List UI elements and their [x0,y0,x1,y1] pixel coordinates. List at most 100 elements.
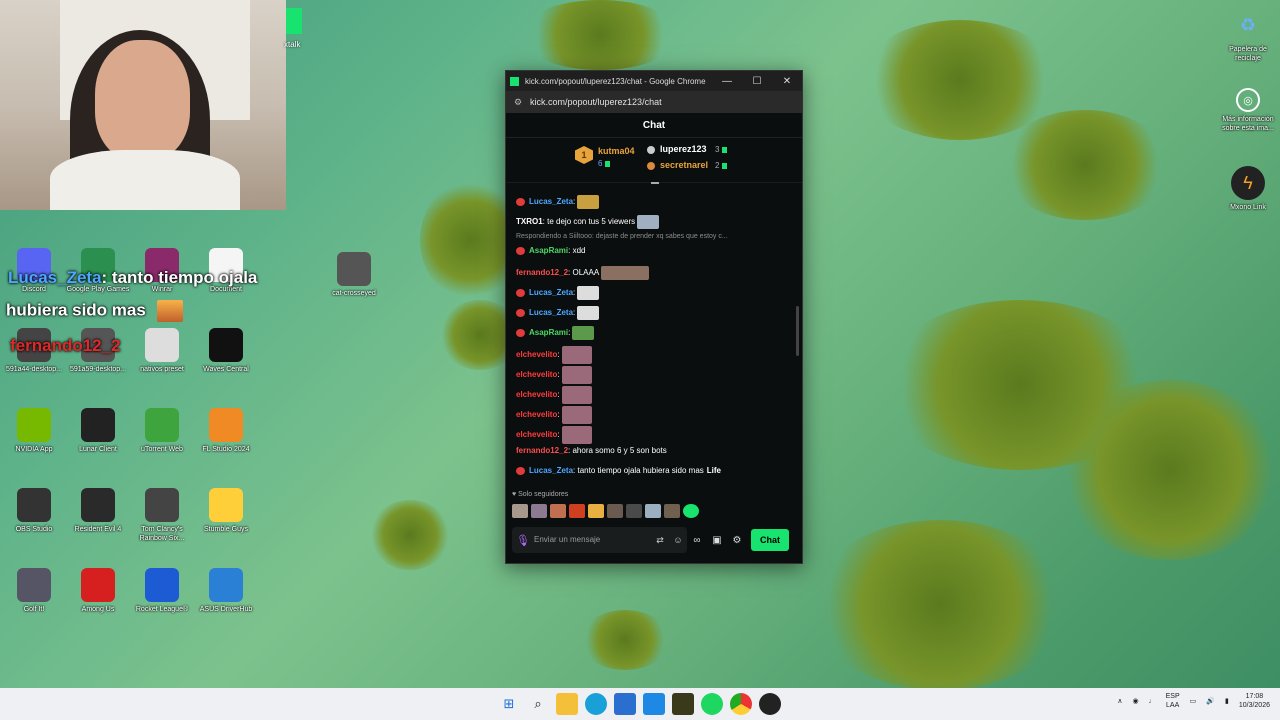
show-hidden-icons-icon[interactable]: ∧ [1117,697,1122,705]
battery-icon[interactable]: ▮ [1225,697,1229,705]
reply-context[interactable]: Respondiendo a Siiltooo: dejaste de pren… [516,233,728,240]
minimize-icon[interactable]: — [712,76,742,87]
desktop-shortcut[interactable]: ASUS DriverHub [194,568,258,614]
spotlight-info-shortcut[interactable]: ◎ Más información sobre esta ima... [1216,88,1280,133]
chat-message[interactable]: elchevelito: [516,366,592,384]
chat-username[interactable]: Lucas_Zeta [529,197,573,206]
emote-2[interactable] [531,504,547,518]
chat-username[interactable]: Lucas_Zeta [529,288,573,297]
emote-8[interactable] [645,504,661,518]
leader-third-name[interactable]: secretnarel [660,160,708,170]
recycle-bin-shortcut[interactable]: ♻ Papelera de reciclaje [1216,8,1280,63]
chat-username[interactable]: elchevelito [516,390,557,399]
user-badge-icon [516,329,525,337]
display-icon[interactable]: ▭ [1190,697,1197,705]
chat-message[interactable]: Lucas_Zeta: [516,286,600,300]
chat-message[interactable]: elchevelito: [516,386,592,404]
send-chat-button[interactable]: Chat [751,529,789,551]
file-explorer-icon[interactable] [556,693,578,715]
chat-username[interactable]: fernando12_2 [516,268,568,277]
desktop-shortcut[interactable]: Waves Central [194,328,258,374]
chat-username[interactable]: Lucas_Zeta [529,308,573,317]
settings-gear-icon[interactable]: ⚙ [727,535,747,546]
collapse-handle-icon[interactable] [651,182,659,184]
leader-first-name[interactable]: kutma04 [598,146,635,156]
chrome-icon[interactable] [730,693,752,715]
chat-username[interactable]: Lucas_Zeta [529,466,573,475]
windows-start-icon[interactable]: ⊞ [498,693,520,715]
chat-message[interactable]: elchevelito: [516,346,592,364]
emote-5[interactable] [588,504,604,518]
outlook-icon[interactable] [643,693,665,715]
emote-4[interactable] [569,504,585,518]
chat-input[interactable]: 🎙 Enviar un mensaje ⇄ ☺ [512,527,687,553]
mic-icon[interactable]: 🎙 [512,534,534,547]
site-settings-icon[interactable]: ⚙ [506,97,530,108]
leader-second-name[interactable]: luperez123 [660,144,707,154]
chat-message[interactable]: Lucas_Zeta: tanto tiempo ojala hubiera s… [516,466,721,475]
desktop-shortcut[interactable]: Resident Evil 4 [66,488,130,534]
gift-icon[interactable]: ▣ [707,535,727,546]
chat-username[interactable]: AsapRami [529,246,568,255]
spotify-icon[interactable] [701,693,723,715]
chat-message[interactable]: AsapRami: [516,326,595,340]
desktop-shortcut[interactable]: FL Studio 2024 [194,408,258,454]
mxono-link-shortcut[interactable]: ϟ Mxono Link [1216,166,1280,212]
desktop-shortcut[interactable]: nativos preset [130,328,194,374]
chat-scrollbar[interactable] [796,306,799,356]
desktop-shortcut[interactable]: OBS Studio [2,488,66,534]
close-icon[interactable]: ✕ [772,76,802,87]
desktop-shortcut[interactable]: uTorrent Web [130,408,194,454]
volume-icon[interactable]: 🔊 [1206,697,1215,705]
users-infinity-icon[interactable]: ∞ [687,535,707,546]
obs-taskbar-icon[interactable] [759,693,781,715]
emote-6[interactable] [607,504,623,518]
emote-3[interactable] [550,504,566,518]
chat-message[interactable]: elchevelito: [516,406,592,424]
edge-icon[interactable] [585,693,607,715]
kick-app-icon[interactable] [286,8,302,34]
chat-username[interactable]: elchevelito [516,410,557,419]
emoji-icon[interactable]: ☺ [669,535,687,545]
emote-7[interactable] [626,504,642,518]
chat-text: : [557,390,560,400]
desktop-shortcut[interactable]: Among Us [66,568,130,614]
overlay-message: : tanto tiempo ojala [101,268,258,287]
chat-message[interactable]: fernando12_2: ahora somo 6 y 5 son bots [516,446,667,455]
emote-9[interactable] [664,504,680,518]
network-icon[interactable]: ◉ [1133,697,1139,705]
chat-username[interactable]: elchevelito [516,350,557,359]
chat-username[interactable]: AsapRami [529,328,568,337]
chat-username[interactable]: elchevelito [516,430,557,439]
emote-10[interactable] [683,504,699,518]
emote-1[interactable] [512,504,528,518]
chat-message[interactable]: AsapRami: xdd [516,246,585,255]
chat-username[interactable]: elchevelito [516,370,557,379]
translate-icon[interactable]: ⇄ [651,535,669,546]
desktop-shortcut[interactable]: NVIDIA App [2,408,66,454]
chat-message[interactable]: Lucas_Zeta: [516,195,600,209]
chat-message[interactable]: elchevelito: [516,426,592,444]
search-icon[interactable]: ⌕ [527,693,549,715]
desktop-shortcut[interactable]: cat-crosseyed [322,252,386,298]
desktop-shortcut[interactable]: Tom Clancy's Rainbow Six... [130,488,194,543]
desktop-shortcut[interactable]: Stumble Guys [194,488,258,534]
chat-message[interactable]: TXRO1: te dejo con tus 5 viewers [516,215,660,229]
chat-messages[interactable]: Lucas_Zeta: TXRO1: te dejo con tus 5 view… [506,195,792,485]
clock[interactable]: 17:08 10/3/2026 [1239,692,1270,710]
chat-message[interactable]: Lucas_Zeta: [516,306,600,320]
desktop-shortcut[interactable]: Rocket League® [130,568,194,614]
chat-message[interactable]: fernando12_2: OLAAA [516,266,650,280]
store-icon[interactable] [614,693,636,715]
address-bar[interactable]: ⚙ kick.com/popout/luperez123/chat [506,91,802,113]
desktop-shortcut[interactable]: Golf It! [2,568,66,614]
chat-username[interactable]: fernando12_2 [516,446,568,455]
app-icon[interactable] [672,693,694,715]
chat-username[interactable]: TXRO1 [516,217,543,226]
chrome-popup-window[interactable]: kick.com/popout/luperez123/chat - Google… [505,70,803,564]
window-titlebar[interactable]: kick.com/popout/luperez123/chat - Google… [506,71,802,91]
language-indicator[interactable]: ESP LAA [1166,692,1180,710]
mic-tray-icon[interactable]: ♩ [1149,698,1156,705]
maximize-icon[interactable]: ☐ [742,76,772,87]
desktop-shortcut[interactable]: Lunar Client [66,408,130,454]
